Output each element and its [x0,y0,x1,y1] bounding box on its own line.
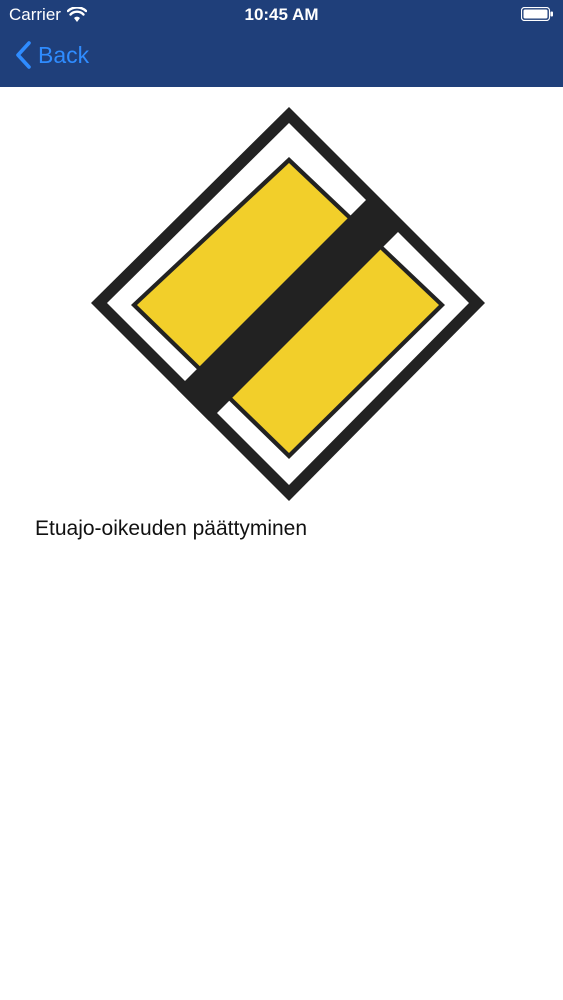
chevron-left-icon [16,41,31,69]
status-time: 10:45 AM [244,5,319,24]
sign-detail: Etuajo-oikeuden päättyminen [0,87,563,1000]
status-bar: Carrier 10:45 AM [0,0,563,30]
top-bar: Carrier 10:45 AM Back [0,0,563,87]
back-button[interactable]: Back [14,40,89,70]
back-label: Back [38,41,90,68]
priority-road-end-sign [91,107,485,501]
navigation-bar: Back [0,30,563,87]
sign-caption: Etuajo-oikeuden päättyminen [35,517,308,540]
battery-icon [521,7,553,21]
